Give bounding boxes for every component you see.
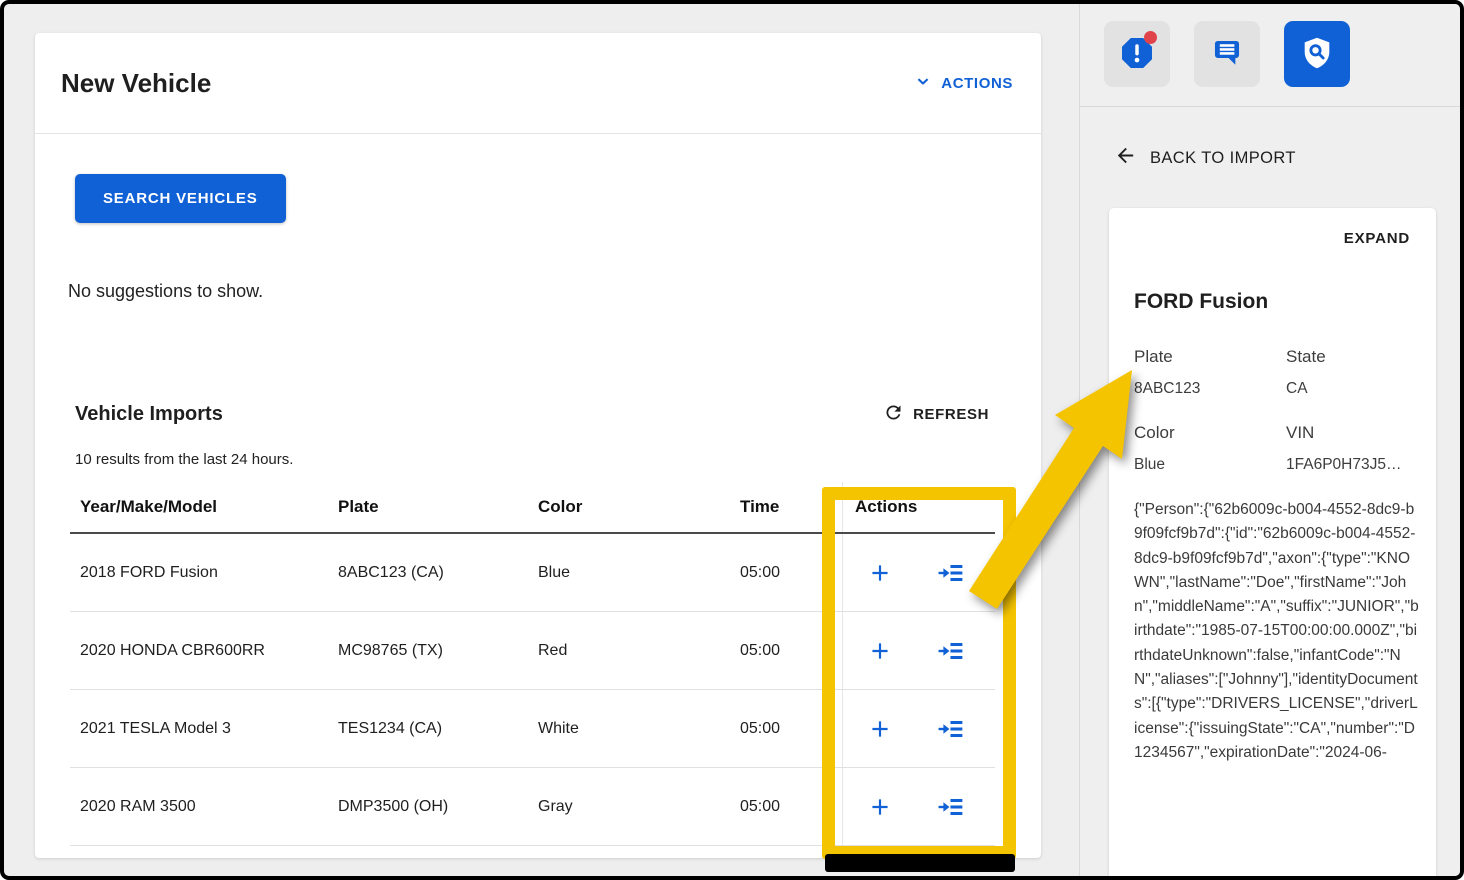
table-row: 2020 HONDA CBR600RR MC98765 (TX) Red 05:… (70, 612, 995, 690)
import-vehicle-button[interactable] (938, 560, 964, 586)
import-vehicle-button[interactable] (938, 716, 964, 742)
vehicle-search-button[interactable] (1284, 21, 1350, 87)
vehicle-detail-card: EXPAND FORD Fusion Plate 8ABC123 State C… (1109, 208, 1436, 880)
field-value: 1FA6P0H73J5… (1286, 456, 1410, 474)
cell-actions (842, 612, 995, 689)
cell-actions (842, 768, 995, 845)
back-to-import-button[interactable]: BACK TO IMPORT (1114, 144, 1460, 172)
vehicle-title: FORD Fusion (1134, 290, 1410, 314)
cell-color: Gray (528, 798, 730, 816)
field-label: VIN (1286, 423, 1410, 443)
refresh-button[interactable]: REFRESH (883, 402, 989, 427)
cell-color: White (528, 720, 730, 738)
search-vehicles-button[interactable]: SEARCH VEHICLES (75, 174, 286, 223)
cell-time: 05:00 (730, 564, 842, 582)
field-label: Plate (1134, 347, 1286, 367)
cell-actions (842, 534, 995, 611)
alerts-button[interactable] (1104, 21, 1170, 87)
actions-menu-label: ACTIONS (941, 75, 1013, 92)
cell-year-make-model: 2020 HONDA CBR600RR (70, 642, 328, 660)
shield-search-icon (1299, 35, 1335, 74)
arrow-left-icon (1114, 144, 1137, 172)
col-header-time: Time (730, 497, 842, 517)
actions-menu-button[interactable]: ACTIONS (913, 71, 1013, 95)
cell-plate: TES1234 (CA) (328, 720, 528, 738)
cell-plate: DMP3500 (OH) (328, 798, 528, 816)
add-vehicle-button[interactable] (867, 716, 893, 742)
table-row: 2021 TESLA Model 3 TES1234 (CA) White 05… (70, 690, 995, 768)
cell-plate: 8ABC123 (CA) (328, 564, 528, 582)
field-value: 8ABC123 (1134, 380, 1286, 398)
chat-icon (1210, 36, 1244, 73)
col-header-year-make-model: Year/Make/Model (70, 497, 328, 517)
cell-year-make-model: 2020 RAM 3500 (70, 798, 328, 816)
table-header-row: Year/Make/Model Plate Color Time Actions (70, 482, 995, 534)
import-vehicle-button[interactable] (938, 638, 964, 664)
field-vin: VIN 1FA6P0H73J5… (1286, 423, 1410, 474)
add-vehicle-button[interactable] (867, 794, 893, 820)
col-header-plate: Plate (328, 497, 528, 517)
cell-color: Blue (528, 564, 730, 582)
cell-time: 05:00 (730, 642, 842, 660)
add-vehicle-button[interactable] (867, 638, 893, 664)
chevron-down-icon (913, 71, 933, 95)
cell-time: 05:00 (730, 798, 842, 816)
cell-color: Red (528, 642, 730, 660)
cell-actions (842, 690, 995, 767)
messages-button[interactable] (1194, 21, 1260, 87)
col-header-color: Color (528, 497, 730, 517)
import-vehicle-button[interactable] (938, 794, 964, 820)
notification-badge (1144, 31, 1157, 44)
cell-year-make-model: 2018 FORD Fusion (70, 564, 328, 582)
vehicle-imports-table: Year/Make/Model Plate Color Time Actions… (70, 482, 995, 846)
no-suggestions-text: No suggestions to show. (68, 281, 1001, 302)
field-label: Color (1134, 423, 1286, 443)
table-row: 2020 RAM 3500 DMP3500 (OH) Gray 05:00 (70, 768, 995, 846)
refresh-icon (883, 402, 904, 427)
back-to-import-label: BACK TO IMPORT (1150, 149, 1296, 168)
field-color: Color Blue (1134, 423, 1286, 474)
field-value: CA (1286, 380, 1410, 398)
vehicle-imports-title: Vehicle Imports (75, 403, 223, 426)
field-plate: Plate 8ABC123 (1134, 347, 1286, 398)
vehicle-fields: Plate 8ABC123 State CA Color Blue VIN 1F… (1134, 347, 1410, 474)
sidebar-icon-row (1080, 4, 1460, 107)
cell-plate: MC98765 (TX) (328, 642, 528, 660)
panel-body: SEARCH VEHICLES No suggestions to show. … (35, 134, 1041, 846)
results-summary: 10 results from the last 24 hours. (75, 451, 1001, 468)
right-sidebar: BACK TO IMPORT EXPAND FORD Fusion Plate … (1079, 4, 1460, 876)
field-value: Blue (1134, 456, 1286, 474)
cell-year-make-model: 2021 TESLA Model 3 (70, 720, 328, 738)
expand-button[interactable]: EXPAND (1344, 230, 1410, 247)
new-vehicle-panel: New Vehicle ACTIONS SEARCH VEHICLES No s… (35, 33, 1041, 858)
table-row: 2018 FORD Fusion 8ABC123 (CA) Blue 05:00 (70, 534, 995, 612)
page-title: New Vehicle (61, 68, 211, 99)
field-state: State CA (1286, 347, 1410, 398)
raw-json-text: {"Person":{"62b6009c-b004-4552-8dc9-b9f0… (1134, 498, 1419, 765)
app-window: New Vehicle ACTIONS SEARCH VEHICLES No s… (0, 0, 1464, 880)
refresh-label: REFRESH (913, 406, 989, 423)
cell-time: 05:00 (730, 720, 842, 738)
col-header-actions: Actions (842, 482, 995, 532)
panel-header: New Vehicle ACTIONS (35, 33, 1041, 134)
vehicle-imports-header: Vehicle Imports REFRESH (75, 402, 1001, 427)
add-vehicle-button[interactable] (867, 560, 893, 586)
field-label: State (1286, 347, 1410, 367)
